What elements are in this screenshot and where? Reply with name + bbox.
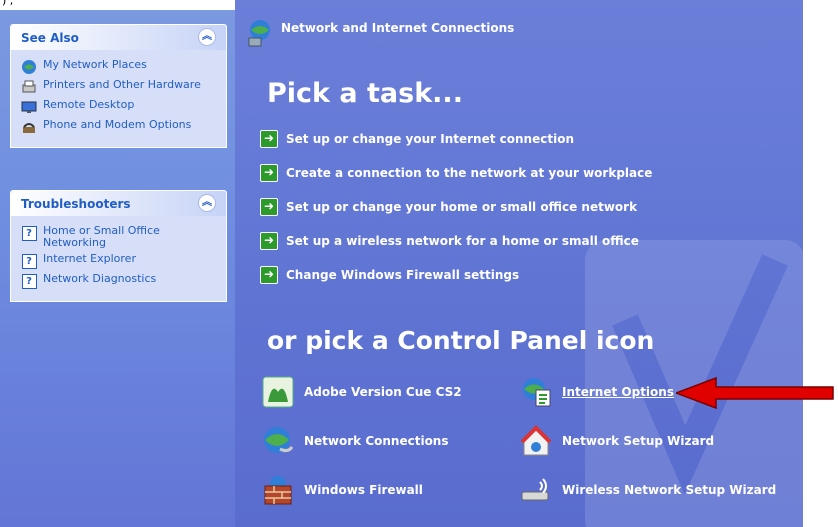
cp-icon-wireless-network-setup-wizard[interactable]: Wireless Network Setup Wizard bbox=[520, 474, 776, 506]
troubleshooters-title: Troubleshooters bbox=[21, 197, 131, 211]
task-label: Change Windows Firewall settings bbox=[286, 268, 520, 282]
right-margin bbox=[803, 0, 838, 527]
see-also-header[interactable]: See Also ︽ bbox=[11, 25, 226, 50]
task-arrow-icon: ➜ bbox=[260, 198, 278, 216]
task-label: Create a connection to the network at yo… bbox=[286, 166, 653, 180]
see-also-item-label: My Network Places bbox=[43, 58, 147, 71]
cp-icon-internet-options[interactable]: Internet Options bbox=[520, 376, 674, 408]
internet-options-icon bbox=[520, 376, 552, 408]
task-label: Set up or change your home or small offi… bbox=[286, 200, 638, 214]
see-also-item-my-network-places[interactable]: My Network Places bbox=[21, 59, 218, 75]
pick-icon-heading: or pick a Control Panel icon bbox=[267, 326, 655, 355]
task-arrow-icon: ➜ bbox=[260, 266, 278, 284]
cp-icon-label: Network Setup Wizard bbox=[562, 434, 715, 448]
see-also-title: See Also bbox=[21, 31, 79, 45]
category-header: Network and Internet Connections bbox=[245, 18, 514, 52]
collapse-chevron-icon[interactable]: ︽ bbox=[198, 194, 216, 212]
see-also-item-label: Printers and Other Hardware bbox=[43, 78, 201, 91]
cp-icon-label: Network Connections bbox=[304, 434, 449, 448]
task-arrow-icon: ➜ bbox=[260, 232, 278, 250]
wireless-wizard-icon bbox=[520, 474, 552, 506]
cp-icon-windows-firewall[interactable]: Windows Firewall bbox=[262, 474, 423, 506]
network-setup-wizard-icon bbox=[520, 425, 552, 457]
cp-icon-network-connections[interactable]: Network Connections bbox=[262, 425, 449, 457]
cp-icon-network-setup-wizard[interactable]: Network Setup Wizard bbox=[520, 425, 714, 457]
remote-desktop-icon bbox=[21, 99, 37, 115]
task-link-workplace-connection[interactable]: ➜ Create a connection to the network at … bbox=[260, 164, 652, 182]
printer-icon bbox=[21, 79, 37, 95]
task-arrow-icon: ➜ bbox=[260, 130, 278, 148]
top-fragment-text: ) , bbox=[2, 0, 14, 7]
cp-icon-adobe-version-cue[interactable]: Adobe Version Cue CS2 bbox=[262, 376, 462, 408]
left-task-pane: See Also ︽ My Network Places Printers an… bbox=[0, 10, 235, 527]
main-content-pane: Network and Internet Connections Pick a … bbox=[235, 0, 803, 527]
help-icon: ? bbox=[21, 273, 37, 289]
category-title: Network and Internet Connections bbox=[281, 21, 515, 35]
troubleshooter-item-label: Home or Small Office Networking bbox=[43, 224, 160, 249]
troubleshooters-header[interactable]: Troubleshooters ︽ bbox=[11, 191, 226, 216]
cp-icon-label: Wireless Network Setup Wizard bbox=[562, 483, 777, 497]
help-icon: ? bbox=[21, 225, 37, 241]
cp-icon-label: Adobe Version Cue CS2 bbox=[304, 385, 462, 399]
see-also-item-label: Phone and Modem Options bbox=[43, 118, 192, 131]
task-link-home-office-network[interactable]: ➜ Set up or change your home or small of… bbox=[260, 198, 637, 216]
task-link-windows-firewall[interactable]: ➜ Change Windows Firewall settings bbox=[260, 266, 519, 284]
network-connections-icon bbox=[262, 425, 294, 457]
troubleshooter-item-internet-explorer[interactable]: ? Internet Explorer bbox=[21, 253, 218, 269]
troubleshooter-item-network-diagnostics[interactable]: ? Network Diagnostics bbox=[21, 273, 218, 289]
network-places-icon bbox=[21, 59, 37, 75]
troubleshooter-item-label: Network Diagnostics bbox=[43, 272, 157, 285]
task-label: Set up a wireless network for a home or … bbox=[286, 234, 639, 248]
task-arrow-icon: ➜ bbox=[260, 164, 278, 182]
phone-icon bbox=[21, 119, 37, 135]
cp-icon-label: Windows Firewall bbox=[304, 483, 423, 497]
troubleshooters-panel: Troubleshooters ︽ ? Home or Small Office… bbox=[10, 190, 227, 302]
see-also-panel: See Also ︽ My Network Places Printers an… bbox=[10, 24, 227, 148]
task-link-wireless-network[interactable]: ➜ Set up a wireless network for a home o… bbox=[260, 232, 639, 250]
annotation-arrow-icon bbox=[676, 376, 834, 410]
help-icon: ? bbox=[21, 253, 37, 269]
see-also-item-printers[interactable]: Printers and Other Hardware bbox=[21, 79, 218, 95]
collapse-chevron-icon[interactable]: ︽ bbox=[198, 28, 216, 46]
troubleshooter-item-home-networking[interactable]: ? Home or Small Office Networking bbox=[21, 225, 218, 249]
task-label: Set up or change your Internet connectio… bbox=[286, 132, 574, 146]
network-internet-category-icon bbox=[245, 18, 275, 52]
see-also-item-remote-desktop[interactable]: Remote Desktop bbox=[21, 99, 218, 115]
windows-firewall-icon bbox=[262, 474, 294, 506]
pick-task-heading: Pick a task... bbox=[267, 78, 463, 109]
cp-icon-label: Internet Options bbox=[562, 385, 674, 399]
adobe-version-cue-icon bbox=[262, 376, 294, 408]
see-also-item-phone-modem[interactable]: Phone and Modem Options bbox=[21, 119, 218, 135]
troubleshooter-item-label: Internet Explorer bbox=[43, 252, 136, 265]
task-link-internet-connection[interactable]: ➜ Set up or change your Internet connect… bbox=[260, 130, 574, 148]
see-also-item-label: Remote Desktop bbox=[43, 98, 135, 111]
